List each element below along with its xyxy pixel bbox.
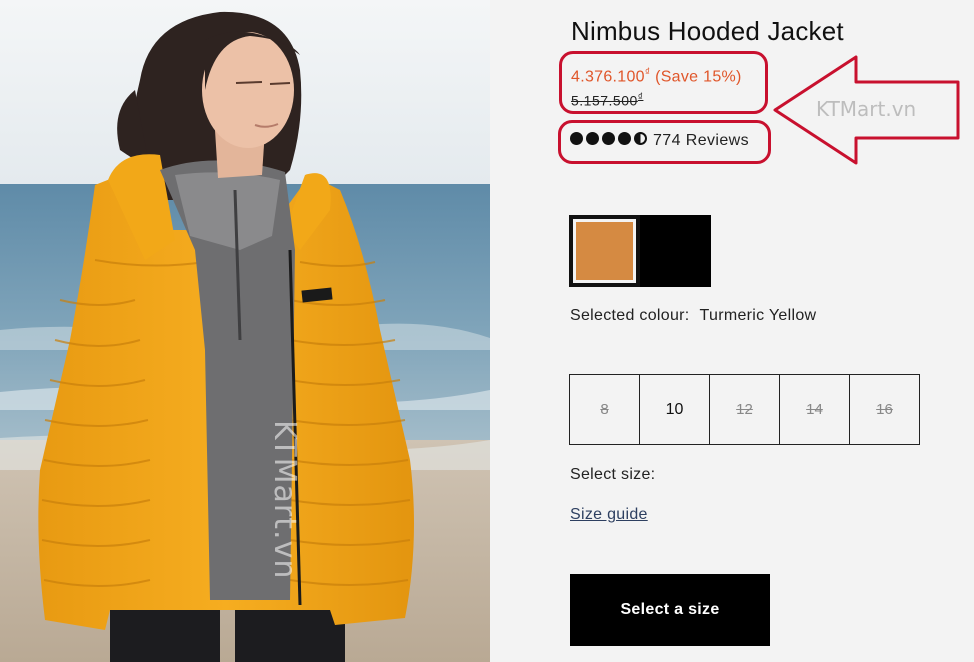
product-image: KTMart.vn — [0, 0, 490, 662]
rating-half-dot-icon — [634, 132, 647, 145]
size-option-12[interactable]: 12 — [709, 374, 780, 445]
size-option-8[interactable]: 8 — [569, 374, 640, 445]
selected-colour-label: Selected colour: — [570, 307, 690, 324]
sale-price-value: 4.376.100 — [571, 68, 645, 86]
rating-dot-icon — [570, 132, 583, 145]
sale-price: 4.376.100₫ (Save 15%) — [571, 67, 742, 86]
watermark-arrow-text: KTMart.vn — [816, 97, 917, 121]
save-percent: (Save 15%) — [655, 68, 742, 86]
size-option-16[interactable]: 16 — [849, 374, 920, 445]
product-title: Nimbus Hooded Jacket — [571, 16, 844, 46]
select-size-button[interactable]: Select a size — [570, 574, 770, 646]
rating-dot-icon — [602, 132, 615, 145]
size-options: 8 10 12 14 16 — [569, 374, 920, 445]
watermark-vertical: KTMart.vn — [267, 420, 302, 580]
sale-price-currency: ₫ — [644, 67, 651, 78]
swatch-black[interactable] — [640, 215, 711, 287]
original-price-currency: ₫ — [637, 92, 644, 103]
size-option-10[interactable]: 10 — [639, 374, 710, 445]
colour-swatches — [569, 215, 711, 287]
original-price-value: 5.157.500 — [571, 92, 638, 109]
size-option-14[interactable]: 14 — [779, 374, 850, 445]
product-panel: Nimbus Hooded Jacket 4.376.100₫ (Save 15… — [490, 0, 974, 662]
swatch-chip — [573, 219, 636, 283]
rating-stars[interactable] — [570, 132, 647, 145]
original-price: 5.157.500₫ — [571, 92, 643, 109]
selected-colour: Selected colour: Turmeric Yellow — [570, 307, 816, 325]
size-guide-link[interactable]: Size guide — [570, 506, 648, 524]
reviews-link[interactable]: 774 Reviews — [653, 132, 749, 150]
select-size-label: Select size: — [570, 466, 656, 483]
swatch-turmeric-yellow[interactable] — [569, 215, 640, 287]
rating-dot-icon — [618, 132, 631, 145]
rating-dot-icon — [586, 132, 599, 145]
selected-colour-value: Turmeric Yellow — [699, 307, 817, 324]
